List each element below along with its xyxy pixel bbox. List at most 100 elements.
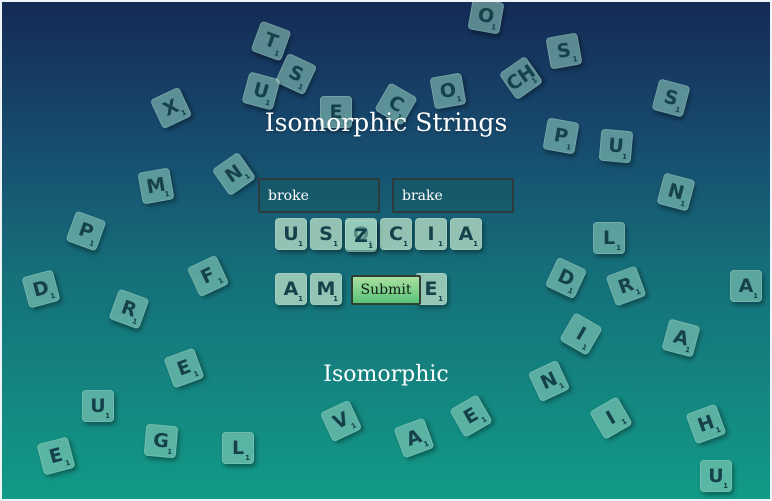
- tile-letter: C: [389, 223, 403, 245]
- scrabble-tile: R1: [108, 288, 150, 330]
- tile-points: 1: [368, 242, 373, 250]
- tile-letter: D: [554, 264, 578, 292]
- scrabble-tile: A1: [450, 218, 482, 250]
- scrabble-tile: T1: [250, 20, 292, 62]
- scrabble-tile: S1: [310, 218, 342, 250]
- tile-points: 1: [403, 240, 408, 248]
- tile-points: 1: [621, 152, 628, 161]
- tile-points: 1: [333, 295, 338, 303]
- page-title: Isomorphic Strings: [264, 108, 508, 137]
- scrabble-tile: A1: [661, 318, 701, 358]
- scrabble-tile: U1: [700, 460, 732, 492]
- tile-letter: F: [197, 263, 219, 289]
- tile-letter: U: [90, 395, 106, 417]
- tile-points: 1: [679, 199, 687, 209]
- tile-letter: O: [438, 78, 458, 104]
- tile-letter: A: [403, 425, 425, 451]
- tile-letter: E: [424, 278, 438, 300]
- second-string-input[interactable]: [392, 178, 514, 213]
- page-background: T1S1U1S1X1E1C1O1CH1S1P1U1M1N1N1P1U1S1O1C…: [0, 0, 772, 501]
- scrabble-tile: U1: [275, 218, 307, 250]
- tile-points: 1: [490, 23, 497, 32]
- first-string-input[interactable]: [258, 178, 380, 213]
- tile-letter: Z: [354, 225, 368, 247]
- tile-points: 1: [272, 49, 281, 59]
- scrabble-tile: CH 1: [498, 55, 544, 101]
- tile-letter: S: [555, 38, 573, 64]
- tile-letter: A: [283, 278, 299, 300]
- tile-letter: V: [329, 407, 353, 435]
- scrabble-tile: N1: [211, 151, 257, 197]
- tile-points: 1: [105, 412, 110, 420]
- scrabble-tile: R1: [605, 265, 647, 307]
- tile-points: 1: [572, 54, 579, 64]
- scrabble-tile: A1: [275, 273, 307, 305]
- tile-letter: U: [708, 465, 724, 487]
- tile-letter: R: [615, 273, 637, 299]
- scrabble-tile: M1: [137, 167, 175, 205]
- scrabble-tile: H1: [685, 403, 727, 445]
- scrabble-tile: F1: [186, 254, 230, 298]
- tile-letter: S: [319, 223, 333, 245]
- tile-points: 1: [616, 244, 621, 252]
- tile-points: 1: [684, 345, 692, 355]
- scrabble-tile: A1: [393, 417, 435, 459]
- scrabble-tile: G1: [143, 423, 179, 459]
- scrabble-tile: M1: [310, 273, 342, 305]
- tile-letter: I: [602, 406, 620, 430]
- tile-points: 1: [216, 276, 225, 286]
- tile-points: 1: [620, 417, 629, 427]
- tile-points: 1: [64, 458, 72, 468]
- submit-button[interactable]: Submit: [351, 275, 421, 305]
- tile-letter: I: [572, 322, 590, 346]
- result-text: Isomorphic: [323, 362, 449, 387]
- tile-points: 1: [438, 295, 443, 303]
- tile-points: 1: [723, 482, 728, 490]
- tile-points: 1: [438, 240, 443, 248]
- tile-points: 1: [130, 317, 139, 327]
- tile-letter: S: [285, 61, 307, 87]
- scrabble-tile: I1: [589, 396, 633, 440]
- scrabble-tile: U1: [82, 390, 114, 422]
- tile-letter: E: [459, 403, 483, 429]
- tile-points: 1: [333, 240, 338, 248]
- scrabble-tile: N1: [656, 172, 696, 212]
- tile-letter: A: [738, 275, 754, 297]
- tile-letter: H: [694, 410, 718, 438]
- tile-letter: L: [231, 437, 245, 459]
- tile-points: 1: [245, 454, 250, 462]
- tile-points: 1: [49, 291, 57, 301]
- scrabble-tile: D1: [544, 256, 588, 300]
- scrabble-tile: V1: [319, 399, 363, 443]
- tile-letter: D: [30, 276, 52, 302]
- tile-points: 1: [264, 98, 272, 108]
- scrabble-tile: S1: [545, 32, 583, 70]
- tile-points: 1: [164, 189, 171, 199]
- tile-letter: U: [283, 223, 299, 245]
- scrabble-tile: O1: [467, 0, 505, 35]
- scrabble-tile: Z1: [345, 220, 377, 252]
- tile-points: 1: [580, 342, 589, 353]
- scrabble-tile: L1: [222, 432, 254, 464]
- tile-points: 1: [714, 425, 723, 435]
- tile-points: 1: [634, 287, 643, 297]
- tile-points: 1: [753, 292, 758, 300]
- tile-points: 1: [473, 240, 478, 248]
- tile-points: 1: [298, 295, 303, 303]
- scrabble-tile: D1: [21, 269, 61, 309]
- scrabble-tile: P1: [65, 210, 107, 252]
- tile-points: 1: [480, 415, 489, 425]
- scrabble-tile: U1: [241, 71, 281, 111]
- scrabble-tile: C1: [380, 218, 412, 250]
- scrabble-tile: O1: [429, 72, 467, 110]
- tile-points: 1: [166, 447, 173, 456]
- tile-letter: A: [458, 223, 474, 245]
- tile-letter: L: [602, 227, 616, 249]
- scrabble-tile: A1: [730, 270, 762, 302]
- tile-points: 1: [422, 439, 431, 449]
- tile-letter: I: [427, 223, 435, 245]
- scrabble-tile: I1: [415, 218, 447, 250]
- tile-letter: E: [46, 443, 66, 469]
- tile-points: 1: [87, 239, 96, 249]
- scrabble-tile: L1: [593, 222, 625, 254]
